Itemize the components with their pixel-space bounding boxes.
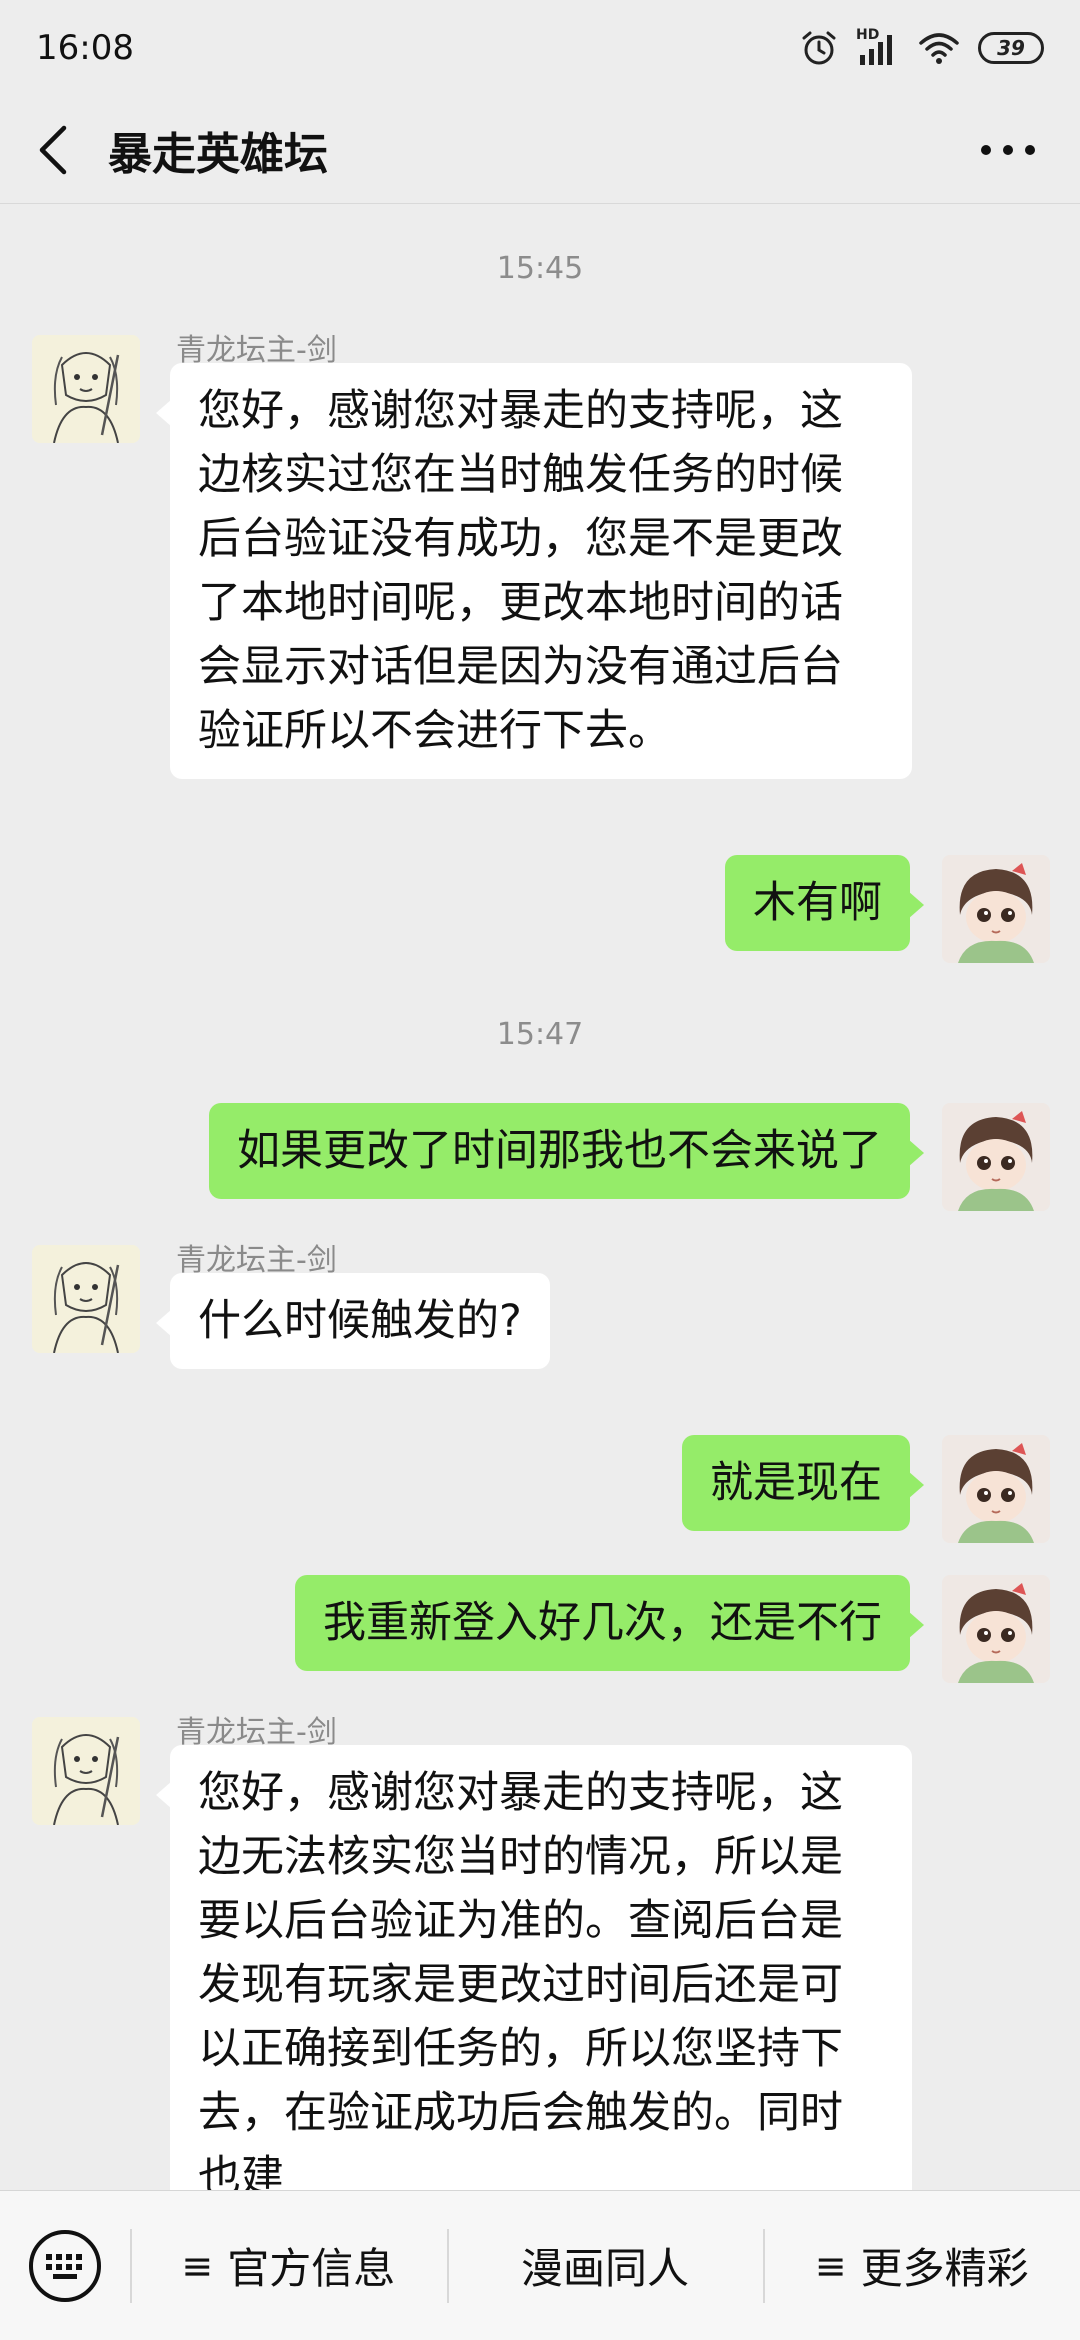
keyboard-toggle-button[interactable] [0,2191,130,2340]
keyboard-icon [29,2229,101,2302]
more-dot-icon [981,145,991,155]
status-time: 16:08 [36,28,134,68]
message-bubble[interactable]: 就是现在 [682,1435,924,1531]
anime-character-avatar-icon [942,855,1050,963]
swordsman-avatar-icon [32,1717,140,1825]
anime-character-avatar-icon [942,1575,1050,1683]
menu-list-icon: ≡ [814,2243,847,2288]
contact-avatar[interactable] [32,1245,140,1353]
menu-official-info[interactable]: ≡ 官方信息 [130,2191,447,2340]
anime-character-avatar-icon [942,1435,1050,1543]
chat-header: 暴走英雄坛 [0,96,1080,204]
menu-label: 更多精彩 [860,2244,1029,2293]
self-avatar[interactable] [942,1103,1050,1211]
status-icons: HD 39 [800,27,1044,67]
alarm-icon [800,29,838,67]
chevron-left-icon [39,125,67,174]
network-label: HD [856,27,880,43]
message-bubble[interactable]: 什么时候触发的? [156,1273,550,1369]
bottom-menu-bar: ≡ 官方信息 漫画同人 ≡ 更多精彩 [0,2190,1080,2340]
chat-title: 暴走英雄坛 [108,128,328,180]
self-avatar[interactable] [942,1575,1050,1683]
signal-icon: HD [856,27,900,67]
menu-more-highlights[interactable]: ≡ 更多精彩 [763,2191,1080,2340]
swordsman-avatar-icon [32,1245,140,1353]
menu-list-icon: ≡ [181,2243,214,2288]
more-dot-icon [1003,145,1013,155]
timestamp: 15:45 [496,251,584,286]
status-bar: 16:08 HD 39 [0,0,1080,96]
message-bubble[interactable]: 您好，感谢您对暴走的支持呢，这边无法核实您当时的情况，所以是要以后台验证为准的。… [156,1745,912,2190]
message-bubble[interactable]: 如果更改了时间那我也不会来说了 [209,1103,924,1199]
message-bubble[interactable]: 木有啊 [725,855,924,951]
wifi-icon [918,31,960,65]
more-dot-icon [1025,145,1035,155]
timestamp: 15:47 [496,1017,584,1052]
swordsman-avatar-icon [32,335,140,443]
message-bubble[interactable]: 您好，感谢您对暴走的支持呢，这边核实过您在当时触发任务的时候后台验证没有成功，您… [156,363,912,779]
contact-avatar[interactable] [32,1717,140,1825]
self-avatar[interactable] [942,855,1050,963]
chat-area[interactable]: 15:45 青龙坛主-剑 您好，感谢您对暴走的支持呢，这边核实过您在当时触发任务… [0,205,1080,2190]
battery-indicator: 39 [978,32,1044,64]
menu-comics-fanworks[interactable]: 漫画同人 [446,2191,764,2340]
anime-character-avatar-icon [942,1103,1050,1211]
back-button[interactable] [0,96,108,204]
menu-label: 漫画同人 [521,2244,690,2293]
contact-avatar[interactable] [32,335,140,443]
menu-label: 官方信息 [227,2244,396,2293]
more-options-button[interactable] [960,116,1056,184]
message-bubble[interactable]: 我重新登入好几次，还是不行 [295,1575,924,1671]
self-avatar[interactable] [942,1435,1050,1543]
